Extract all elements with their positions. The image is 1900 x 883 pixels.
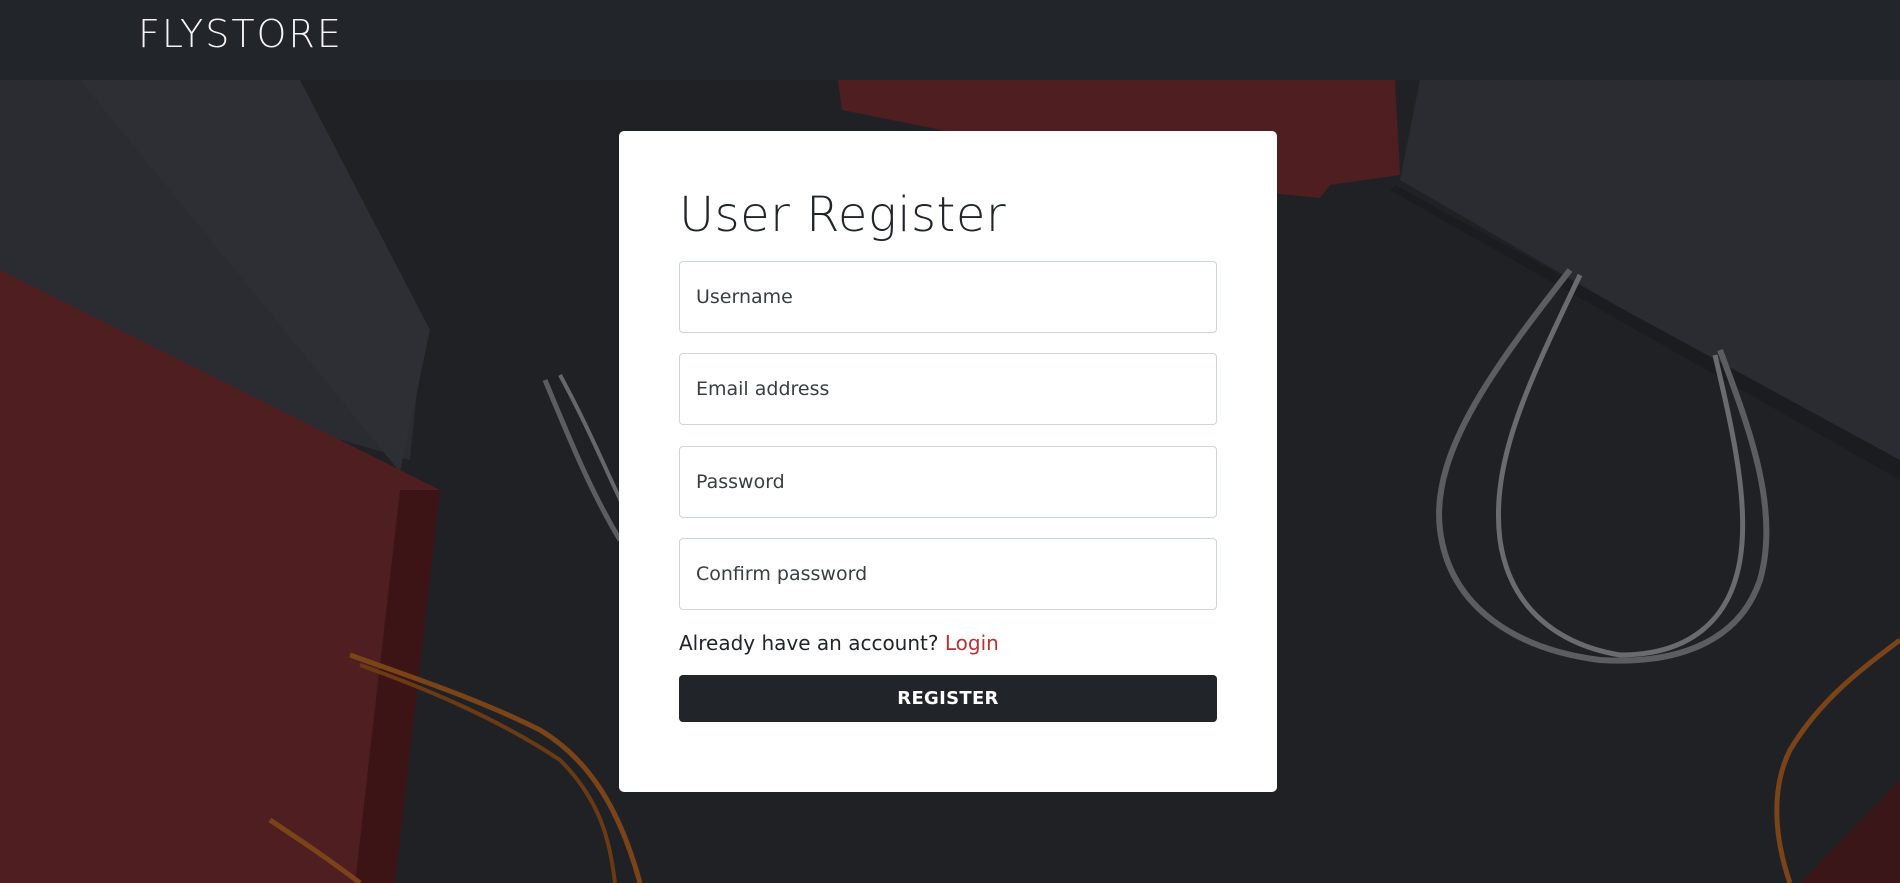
email-field[interactable] (679, 353, 1217, 425)
login-link[interactable]: Login (945, 631, 999, 655)
register-card: User Register Already have an account? L… (619, 131, 1277, 792)
password-field[interactable] (679, 446, 1217, 518)
register-button[interactable]: REGISTER (679, 675, 1217, 722)
navbar: FLYSTORE (0, 0, 1900, 80)
brand-logo[interactable]: FLYSTORE (138, 12, 343, 56)
confirm-password-field[interactable] (679, 538, 1217, 610)
username-field[interactable] (679, 261, 1217, 333)
page-title: User Register (679, 187, 1007, 243)
account-prompt-line: Already have an account? Login (679, 631, 999, 655)
account-prompt-text: Already have an account? (679, 631, 939, 655)
